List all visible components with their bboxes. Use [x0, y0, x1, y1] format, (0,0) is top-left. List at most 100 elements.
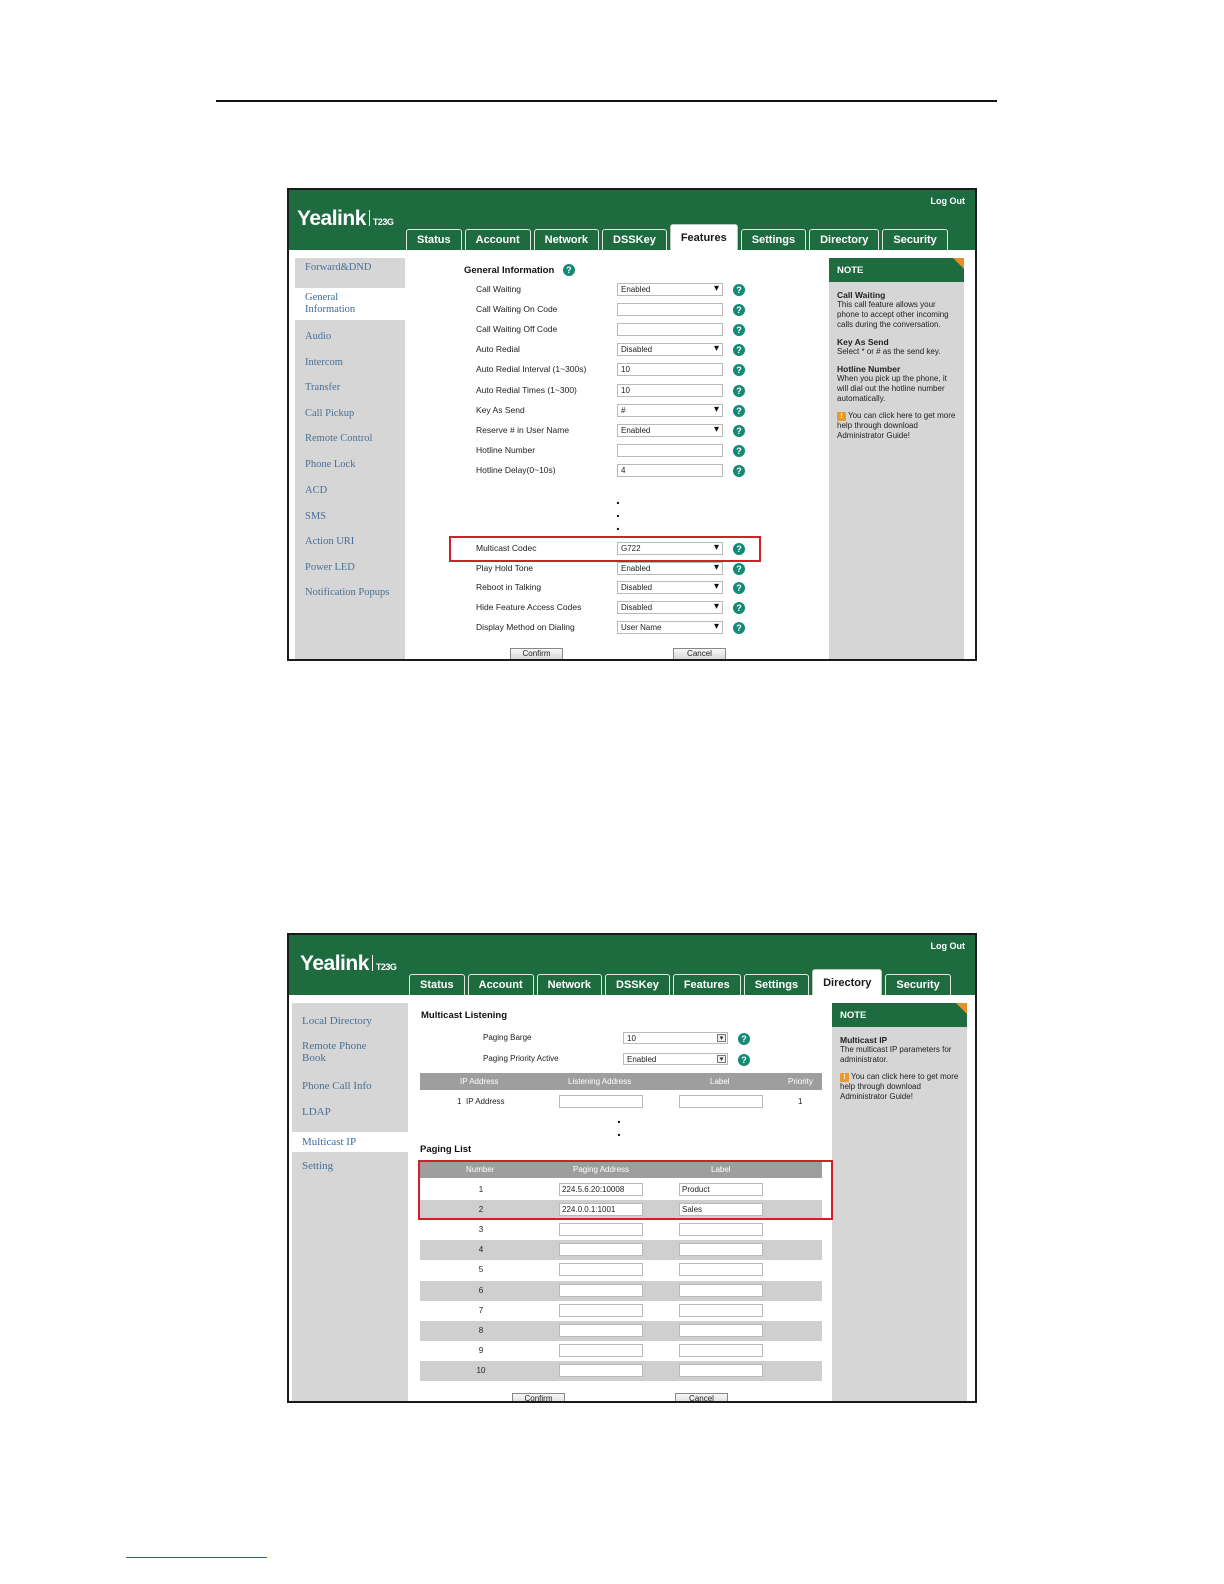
paging-priority-select[interactable]: Enabled ▾ — [623, 1053, 728, 1065]
display-method-on-dialing-select[interactable]: User Name — [617, 621, 723, 634]
logout-link[interactable]: Log Out — [931, 941, 966, 951]
help-icon[interactable]: ? — [733, 304, 745, 317]
paging-address-input[interactable] — [559, 1223, 643, 1237]
sidebar-item-multicast-ip[interactable]: Multicast IP — [292, 1132, 411, 1152]
sidebar-item-phone-call-info[interactable]: Phone Call Info — [292, 1080, 408, 1092]
paging-address-input[interactable] — [559, 1303, 643, 1317]
help-icon[interactable]: ? — [733, 582, 745, 594]
listening-address-input[interactable] — [559, 1095, 643, 1108]
help-icon[interactable]: ? — [733, 464, 745, 477]
sidebar-item-forward-dnd[interactable]: Forward&DND — [295, 262, 405, 274]
multicast-codec-select[interactable]: G722 — [617, 542, 723, 555]
help-icon[interactable]: ? — [738, 1033, 750, 1045]
sidebar-item-audio[interactable]: Audio — [295, 331, 405, 343]
sidebar-item-phone-lock[interactable]: Phone Lock — [295, 459, 405, 471]
help-icon[interactable]: ? — [738, 1054, 750, 1066]
help-icon[interactable]: ? — [733, 344, 745, 357]
tab-security[interactable]: Security — [885, 974, 951, 995]
help-icon[interactable]: ? — [733, 324, 745, 337]
sidebar-item-notification-popups[interactable]: Notification Popups — [295, 587, 405, 599]
help-icon[interactable]: ? — [733, 284, 745, 296]
paging-barge-select[interactable]: 10 ▾ — [623, 1032, 728, 1044]
call-waiting-off-code-input[interactable] — [617, 323, 723, 337]
paging-label-input[interactable] — [679, 1323, 763, 1337]
logout-link[interactable]: Log Out — [931, 196, 966, 206]
paging-label-input[interactable] — [679, 1303, 763, 1317]
paging-address-input[interactable] — [559, 1263, 643, 1277]
note-help-text[interactable]: You can click here to get more help thro… — [840, 1072, 958, 1101]
help-icon[interactable]: ? — [733, 543, 745, 555]
note-help-link[interactable]: ! You can click here to get more help thr… — [840, 1072, 961, 1102]
sidebar-item-transfer[interactable]: Transfer — [295, 382, 405, 394]
sidebar-item-general-information[interactable]: General Information — [295, 288, 408, 320]
footer-link-underline[interactable] — [126, 1557, 267, 1558]
auto-redial-interval-1-300s-input[interactable]: 10 — [617, 363, 723, 377]
paging-address-input[interactable] — [559, 1283, 643, 1297]
auto-redial-select[interactable]: Disabled — [617, 343, 723, 357]
cancel-button[interactable]: Cancel — [675, 1393, 728, 1401]
call-waiting-on-code-input[interactable] — [617, 303, 723, 317]
tab-security[interactable]: Security — [882, 229, 948, 250]
hotline-delay-0-10s-input[interactable]: 4 — [617, 463, 723, 477]
sidebar-item-ldap[interactable]: LDAP — [292, 1106, 408, 1118]
help-icon[interactable]: ? — [733, 444, 745, 457]
help-icon[interactable]: ? — [733, 563, 745, 575]
tab-status[interactable]: Status — [409, 974, 465, 995]
sidebar-item-setting[interactable]: Setting — [292, 1160, 408, 1172]
tab-settings[interactable]: Settings — [743, 974, 810, 995]
confirm-button[interactable]: Confirm — [510, 648, 563, 659]
tab-settings[interactable]: Settings — [740, 229, 807, 250]
tab-dsskey[interactable]: DSSKey — [605, 974, 670, 995]
tab-network[interactable]: Network — [533, 229, 600, 250]
help-icon[interactable]: ? — [733, 424, 745, 437]
tab-network[interactable]: Network — [536, 974, 603, 995]
cancel-button[interactable]: Cancel — [673, 648, 726, 659]
paging-label-input[interactable] — [679, 1223, 763, 1237]
help-icon[interactable]: ? — [733, 602, 745, 614]
key-as-send-select[interactable]: # — [617, 403, 723, 417]
note-help-text[interactable]: You can click here to get more help thro… — [837, 411, 955, 440]
sidebar-item-power-led[interactable]: Power LED — [295, 562, 405, 574]
tab-account[interactable]: Account — [464, 229, 531, 250]
sidebar-item-acd[interactable]: ACD — [295, 485, 405, 497]
play-hold-tone-select[interactable]: Enabled — [617, 562, 723, 575]
sidebar-item-call-pickup[interactable]: Call Pickup — [295, 408, 405, 420]
paging-address-input[interactable] — [559, 1323, 643, 1337]
sidebar-item-remote-phone-book[interactable]: Remote Phone Book — [292, 1040, 408, 1064]
tab-directory[interactable]: Directory — [809, 229, 880, 250]
tab-features[interactable]: Features — [669, 224, 738, 250]
tab-status[interactable]: Status — [406, 229, 462, 250]
help-icon[interactable]: ? — [733, 364, 745, 377]
help-icon[interactable]: ? — [733, 622, 745, 634]
help-icon[interactable]: ? — [733, 404, 745, 417]
note-help-link[interactable]: ! You can click here to get more help thr… — [837, 411, 958, 441]
paging-label-input[interactable] — [679, 1263, 763, 1277]
paging-address-input[interactable] — [559, 1243, 643, 1257]
paging-label-input[interactable] — [679, 1243, 763, 1257]
paging-address-input[interactable] — [559, 1343, 643, 1357]
sidebar-item-sms[interactable]: SMS — [295, 511, 405, 523]
listening-label-input[interactable] — [679, 1095, 763, 1108]
reboot-in-talking-select[interactable]: Disabled — [617, 581, 723, 594]
sidebar-item-local-directory[interactable]: Local Directory — [292, 1015, 408, 1027]
paging-label-input[interactable] — [679, 1283, 763, 1297]
paging-address-input[interactable] — [559, 1363, 643, 1377]
tab-features[interactable]: Features — [672, 974, 741, 995]
hide-feature-access-codes-select[interactable]: Disabled — [617, 601, 723, 614]
sidebar-item-action-uri[interactable]: Action URI — [295, 536, 405, 548]
help-icon[interactable]: ? — [733, 384, 745, 397]
auto-redial-times-1-300-input[interactable]: 10 — [617, 383, 723, 397]
sidebar-item-intercom[interactable]: Intercom — [295, 357, 405, 369]
hotline-number-input[interactable] — [617, 443, 723, 457]
sidebar-item-remote-control[interactable]: Remote Control — [295, 433, 405, 445]
call-waiting-select[interactable]: Enabled — [617, 283, 723, 296]
paging-label-input[interactable] — [679, 1363, 763, 1377]
paging-label-input[interactable] — [679, 1343, 763, 1357]
tab-dsskey[interactable]: DSSKey — [602, 229, 667, 250]
reserve-in-user-name-select[interactable]: Enabled — [617, 423, 723, 437]
tab-account[interactable]: Account — [467, 974, 534, 995]
help-icon[interactable]: ? — [562, 264, 575, 276]
listen-row-num: 1 — [457, 1097, 462, 1106]
confirm-button[interactable]: Confirm — [512, 1393, 565, 1401]
tab-directory[interactable]: Directory — [812, 969, 883, 995]
